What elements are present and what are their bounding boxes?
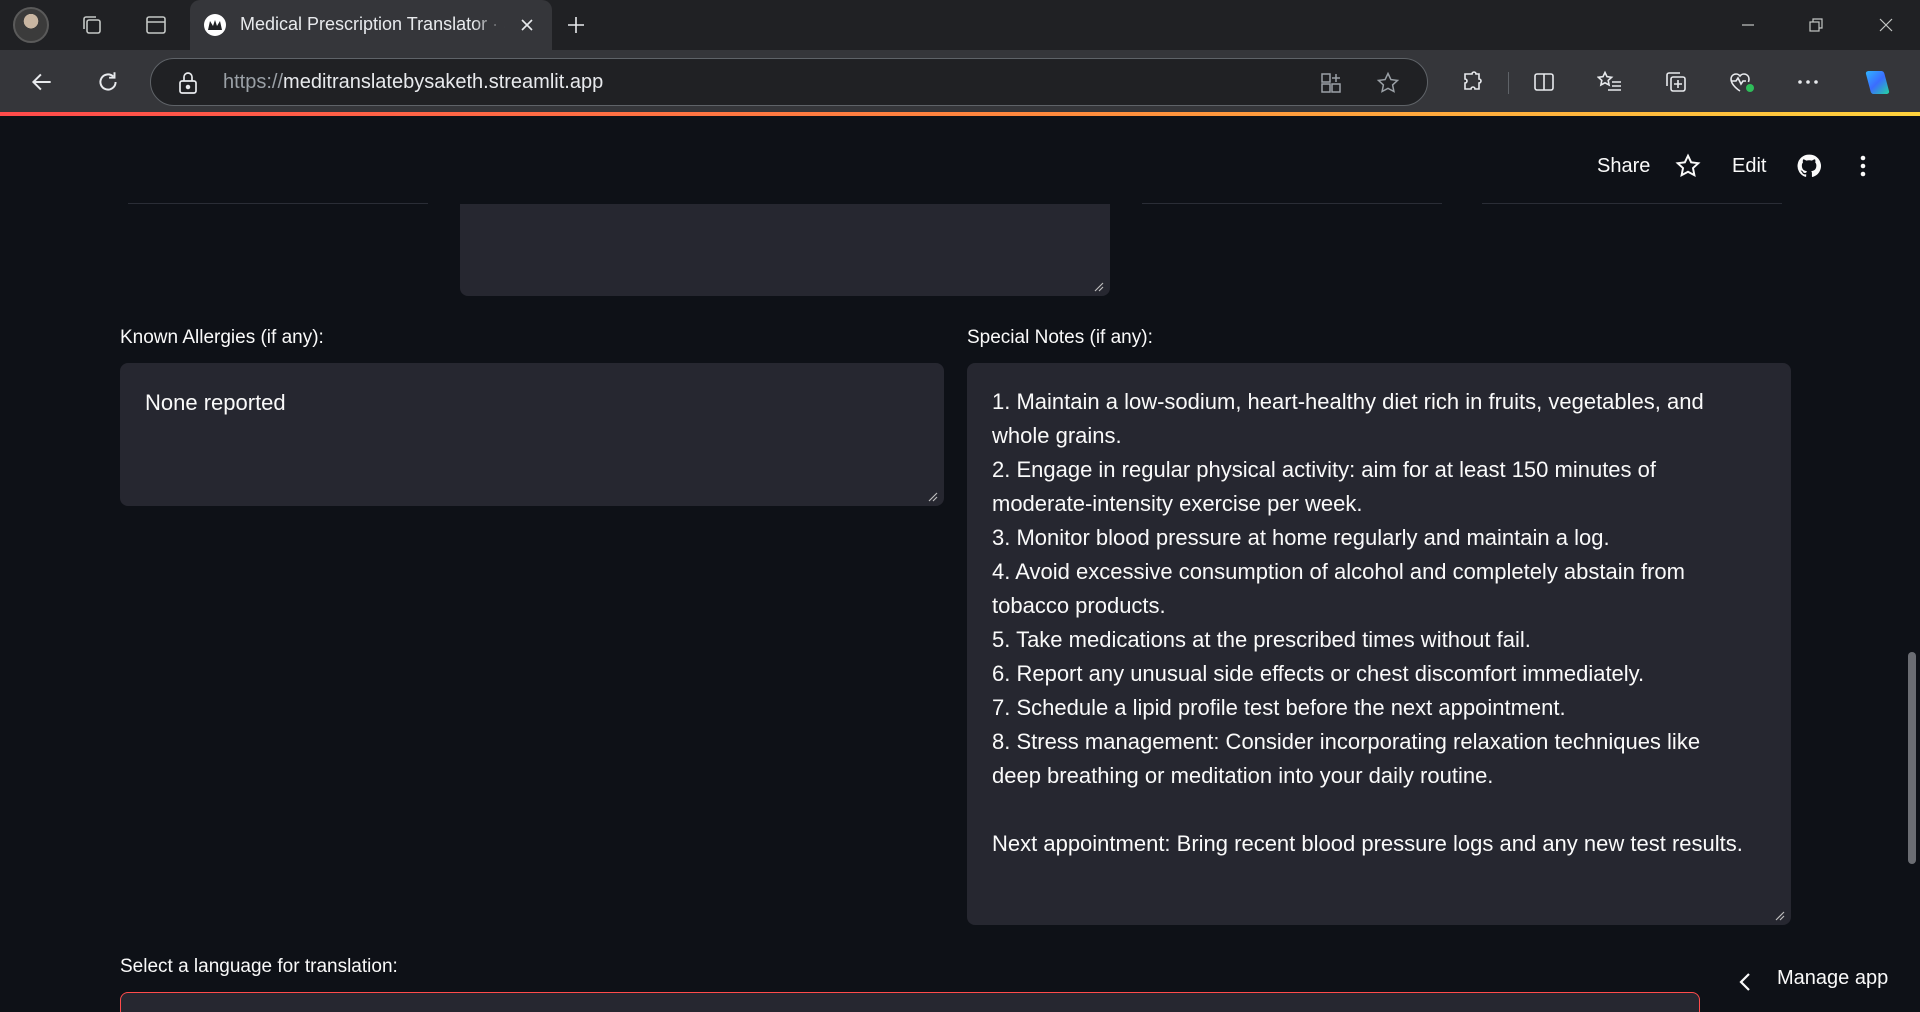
active-tab[interactable]: Medical Prescription Translator · Stream… (190, 0, 552, 50)
chevron-left-icon (1739, 973, 1750, 991)
star-icon[interactable] (1675, 146, 1701, 186)
minimize-icon[interactable] (1718, 5, 1778, 45)
share-button[interactable]: Share (1597, 146, 1650, 186)
url-host: meditranslatebysaketh.streamlit.app (283, 71, 604, 93)
copilot-icon[interactable] (1860, 64, 1896, 100)
url-text[interactable]: https://meditranslatebysaketh.streamlit.… (223, 71, 603, 94)
resize-handle-icon[interactable] (1094, 282, 1104, 292)
close-tab-icon[interactable] (513, 11, 541, 39)
resize-handle-icon[interactable] (1775, 911, 1785, 921)
github-icon[interactable] (1796, 146, 1822, 186)
manage-app-button[interactable]: Manage app (1700, 955, 1920, 1008)
page-scrollbar[interactable] (1908, 652, 1916, 864)
main-menu-icon[interactable] (1853, 146, 1873, 186)
restore-icon[interactable] (1786, 5, 1846, 45)
field-border (128, 203, 428, 204)
close-window-icon[interactable] (1856, 5, 1916, 45)
browser-toolbar: https://meditranslatebysaketh.streamlit.… (0, 50, 1920, 114)
browser-essentials-icon[interactable] (1724, 64, 1760, 100)
allergies-text: None reported (145, 390, 286, 415)
streamlit-favicon-icon (204, 14, 226, 36)
url-scheme: https:// (223, 71, 284, 93)
app-available-icon[interactable] (1316, 69, 1346, 97)
field-border (1142, 203, 1442, 204)
field-border (1482, 203, 1782, 204)
allergies-label: Known Allergies (if any): (120, 327, 324, 348)
extensions-icon[interactable] (1454, 64, 1490, 100)
toolbar-divider (1508, 72, 1509, 94)
manage-app-label: Manage app (1777, 967, 1889, 989)
previous-textarea[interactable] (460, 204, 1110, 296)
profile-avatar[interactable] (13, 7, 49, 43)
favorite-star-icon[interactable] (1373, 69, 1403, 97)
settings-more-icon[interactable] (1790, 64, 1826, 100)
back-icon[interactable] (24, 64, 60, 100)
notes-label: Special Notes (if any): (967, 327, 1153, 348)
favorites-list-icon[interactable] (1592, 64, 1628, 100)
split-screen-icon[interactable] (1526, 64, 1562, 100)
language-select[interactable] (120, 992, 1700, 1012)
resize-handle-icon[interactable] (928, 492, 938, 502)
allergies-textarea[interactable]: None reported (120, 363, 944, 506)
notes-textarea[interactable]: 1. Maintain a low-sodium, heart-healthy … (967, 363, 1791, 925)
reload-icon[interactable] (90, 64, 126, 100)
tab-title: Medical Prescription Translator · Stream… (240, 14, 505, 34)
edit-button[interactable]: Edit (1732, 146, 1766, 186)
language-label: Select a language for translation: (120, 956, 398, 977)
new-tab-icon[interactable] (560, 9, 592, 41)
notes-text: 1. Maintain a low-sodium, heart-healthy … (992, 389, 1743, 856)
vertical-tabs-icon[interactable] (140, 9, 172, 41)
collections-icon[interactable] (1658, 64, 1694, 100)
lock-icon[interactable] (177, 71, 199, 100)
address-bar[interactable]: https://meditranslatebysaketh.streamlit.… (150, 58, 1428, 106)
workspaces-icon[interactable] (76, 9, 108, 41)
browser-tab-bar: Medical Prescription Translator · Stream… (0, 0, 1920, 50)
